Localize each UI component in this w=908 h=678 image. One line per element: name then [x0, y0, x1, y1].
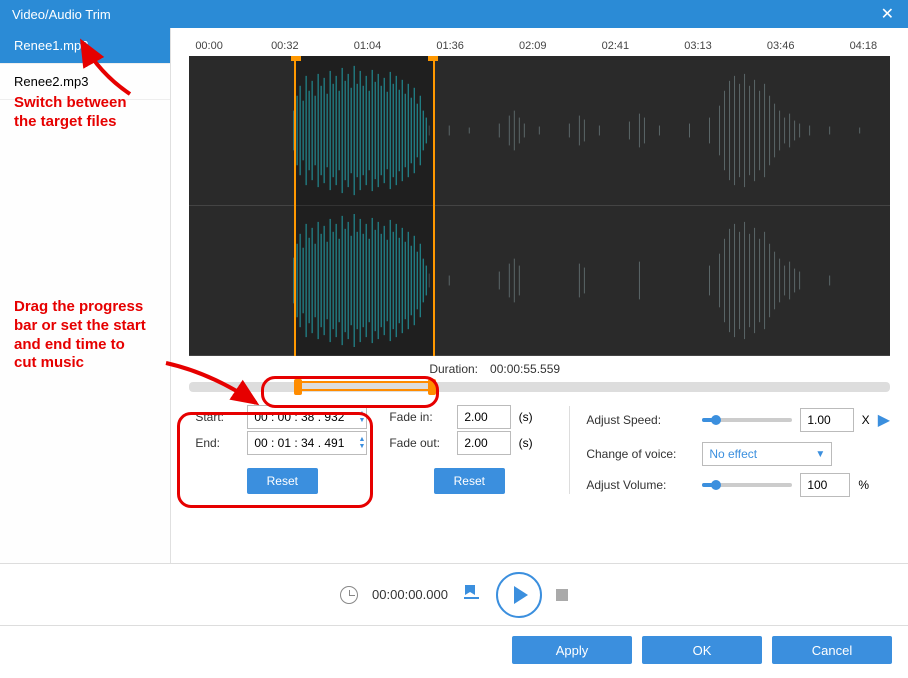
speed-label: Adjust Speed:	[586, 413, 694, 427]
start-spinner[interactable]: ▲▼	[358, 410, 365, 424]
file-sidebar: Renee1.mp3 Renee2.mp3 Switch between the…	[0, 28, 171, 563]
tick: 01:36	[436, 40, 464, 52]
marker-icon[interactable]	[462, 583, 482, 606]
end-label: End:	[195, 436, 239, 450]
player-bar: 00:00:00.000	[0, 564, 908, 626]
trim-slider-end-handle[interactable]	[428, 379, 436, 395]
fadeout-label: Fade out:	[389, 436, 449, 450]
fade-unit: (s)	[519, 410, 533, 424]
end-spinner[interactable]: ▲▼	[358, 436, 365, 450]
tick: 00:00	[195, 40, 223, 52]
end-time-input[interactable]: 00 : 01 : 34 . 491	[247, 431, 367, 455]
stop-button[interactable]	[556, 589, 568, 601]
ok-button[interactable]: OK	[642, 636, 762, 664]
apply-button[interactable]: Apply	[512, 636, 632, 664]
tick: 00:32	[271, 40, 299, 52]
voice-value: No effect	[709, 447, 757, 461]
speed-unit: X	[862, 413, 870, 427]
trim-slider-start-handle[interactable]	[294, 379, 302, 395]
voice-select[interactable]: No effect ▼	[702, 442, 832, 466]
speed-slider[interactable]	[702, 418, 792, 422]
file-item[interactable]: Renee1.mp3	[0, 28, 170, 64]
fadein-input[interactable]: 2.00	[457, 405, 510, 429]
titlebar: Video/Audio Trim ✕	[0, 0, 908, 28]
player-timecode: 00:00:00.000	[372, 587, 448, 602]
clock-icon	[340, 586, 358, 604]
close-icon[interactable]: ✕	[875, 4, 900, 24]
volume-unit: %	[858, 478, 869, 492]
trim-handle-end[interactable]	[428, 56, 438, 61]
start-time-input[interactable]: 00 : 00 : 38 . 932	[247, 405, 367, 429]
volume-slider[interactable]	[702, 483, 792, 487]
volume-label: Adjust Volume:	[586, 478, 694, 492]
duration-label: Duration:	[429, 362, 478, 376]
file-item[interactable]: Renee2.mp3	[0, 64, 170, 100]
fade-unit: (s)	[519, 436, 533, 450]
preview-speed-icon[interactable]: ▶	[878, 410, 890, 430]
footer: Apply OK Cancel	[0, 626, 908, 674]
trim-handle-start[interactable]	[291, 56, 301, 61]
play-button[interactable]	[496, 572, 542, 618]
reset-fade-button[interactable]: Reset	[434, 468, 505, 494]
tick: 01:04	[354, 40, 382, 52]
timeline-ruler: 00:00 00:32 01:04 01:36 02:09 02:41 03:1…	[195, 40, 884, 56]
voice-label: Change of voice:	[586, 447, 694, 461]
tick: 02:41	[602, 40, 630, 52]
window-title: Video/Audio Trim	[12, 7, 111, 22]
editor-panel: 00:00 00:32 01:04 01:36 02:09 02:41 03:1…	[171, 28, 908, 563]
chevron-down-icon: ▼	[815, 449, 825, 460]
fadeout-input[interactable]: 2.00	[457, 431, 510, 455]
trim-slider[interactable]	[189, 382, 890, 392]
speed-input[interactable]: 1.00	[800, 408, 853, 432]
duration-value: 00:00:55.559	[490, 362, 560, 376]
tick: 02:09	[519, 40, 547, 52]
cancel-button[interactable]: Cancel	[772, 636, 892, 664]
tick: 03:46	[767, 40, 795, 52]
reset-trim-button[interactable]: Reset	[247, 468, 318, 494]
waveform-area[interactable]	[189, 56, 890, 356]
tick: 03:13	[684, 40, 712, 52]
volume-input[interactable]: 100	[800, 473, 850, 497]
tick: 04:18	[850, 40, 878, 52]
start-label: Start:	[195, 410, 239, 424]
fadein-label: Fade in:	[389, 410, 449, 424]
annotation-text: Drag the progress bar or set the start a…	[14, 298, 146, 373]
trim-region[interactable]	[294, 56, 434, 356]
